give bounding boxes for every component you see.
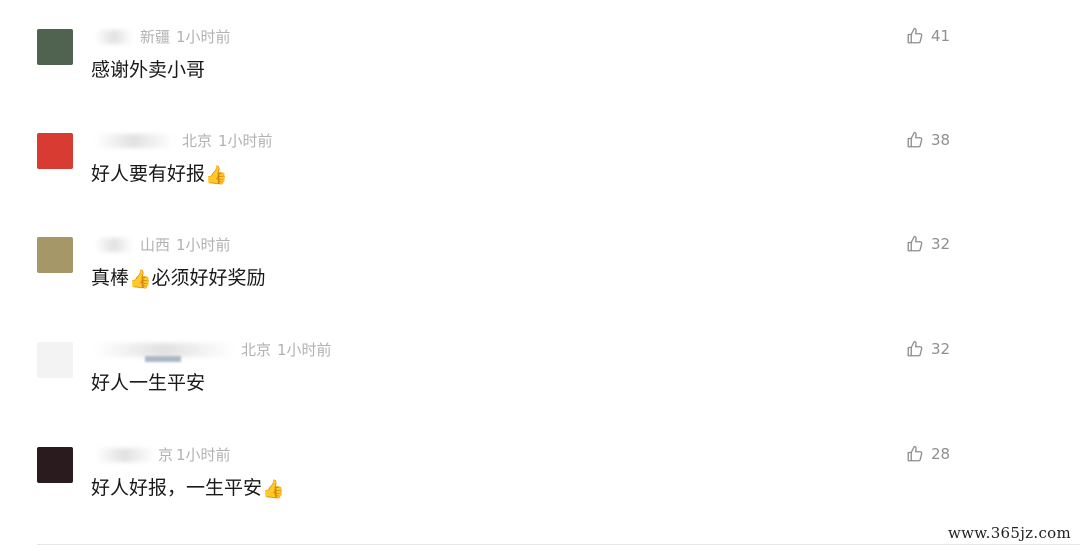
comment-time: 1小时前 bbox=[176, 236, 231, 254]
thumbs-up-icon bbox=[907, 340, 923, 357]
comment-meta: 北京 1小时前 bbox=[241, 341, 332, 359]
like-count: 32 bbox=[931, 340, 951, 358]
redaction-mark bbox=[145, 356, 181, 362]
comment-time: 1小时前 bbox=[176, 28, 231, 46]
comment-text: 真棒👍必须好好奖励 bbox=[91, 267, 266, 290]
watermark: www.365jz.com bbox=[947, 524, 1071, 542]
username-redacted bbox=[95, 343, 233, 357]
username-redacted bbox=[95, 134, 173, 148]
comment-meta: 山西 1小时前 bbox=[140, 236, 231, 254]
comment-time: 1小时前 bbox=[176, 446, 231, 464]
thumbs-up-icon bbox=[907, 235, 923, 252]
avatar[interactable] bbox=[37, 447, 73, 483]
thumbs-up-emoji: 👍 bbox=[129, 269, 152, 290]
avatar[interactable] bbox=[37, 342, 73, 378]
like-count: 41 bbox=[931, 27, 951, 45]
comment-location: 北京 bbox=[182, 132, 213, 150]
comment-location: 北京 bbox=[241, 341, 272, 359]
comment-time: 1小时前 bbox=[218, 132, 273, 150]
comment-text: 好人要有好报👍 bbox=[91, 163, 228, 186]
comment-meta: 京 1小时前 bbox=[158, 446, 231, 464]
like-button[interactable]: 38 bbox=[906, 130, 950, 150]
thumbs-up-icon bbox=[907, 131, 923, 148]
username-redacted bbox=[95, 448, 155, 462]
comment-time: 1小时前 bbox=[277, 341, 332, 359]
thumbs-up-emoji: 👍 bbox=[205, 165, 228, 186]
comment-item: 山西 1小时前 真棒👍必须好好奖励 32 bbox=[0, 208, 1080, 308]
comment-text: 好人好报，一生平安👍 bbox=[91, 477, 285, 500]
comment-location: 山西 bbox=[140, 236, 171, 254]
comment-text: 感谢外卖小哥 bbox=[91, 59, 206, 81]
like-button[interactable]: 41 bbox=[906, 26, 950, 46]
like-count: 28 bbox=[931, 445, 951, 463]
like-count: 32 bbox=[931, 235, 951, 253]
comment-item: 北京 1小时前 好人一生平安 32 bbox=[0, 313, 1080, 413]
comment-item: 京 1小时前 好人好报，一生平安👍 28 bbox=[0, 418, 1080, 518]
comment-item: 新疆 1小时前 感谢外卖小哥 41 bbox=[0, 0, 1080, 100]
thumbs-up-emoji: 👍 bbox=[262, 479, 285, 500]
avatar[interactable] bbox=[37, 237, 73, 273]
comment-meta: 北京 1小时前 bbox=[182, 132, 273, 150]
like-button[interactable]: 32 bbox=[906, 339, 950, 359]
username-redacted bbox=[95, 238, 133, 252]
like-button[interactable]: 32 bbox=[906, 234, 950, 254]
comment-text: 好人一生平安 bbox=[91, 372, 206, 394]
avatar[interactable] bbox=[37, 29, 73, 65]
like-count: 38 bbox=[931, 131, 951, 149]
comment-item: 北京 1小时前 好人要有好报👍 38 bbox=[0, 104, 1080, 204]
divider bbox=[37, 544, 1080, 545]
thumbs-up-icon bbox=[907, 445, 923, 462]
like-button[interactable]: 28 bbox=[906, 444, 950, 464]
avatar[interactable] bbox=[37, 133, 73, 169]
comment-location: 新疆 bbox=[140, 28, 171, 46]
comment-location: 京 bbox=[158, 446, 174, 464]
thumbs-up-icon bbox=[907, 27, 923, 44]
username-redacted bbox=[95, 30, 133, 44]
comment-meta: 新疆 1小时前 bbox=[140, 28, 231, 46]
